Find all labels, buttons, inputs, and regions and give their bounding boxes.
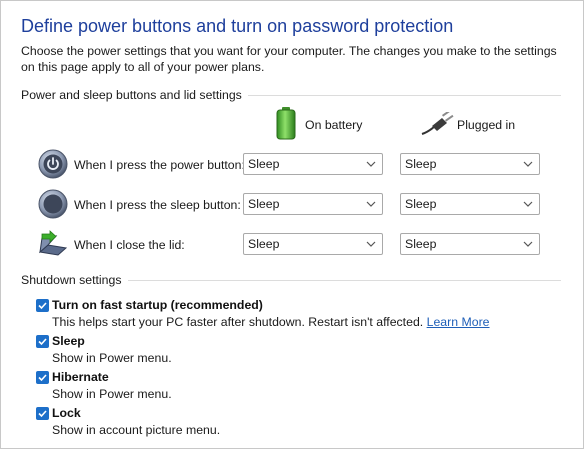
lock-checkbox[interactable] bbox=[36, 407, 49, 420]
lock-option-label[interactable]: Lock bbox=[52, 406, 81, 420]
sleep-option-label[interactable]: Sleep bbox=[52, 334, 85, 348]
section-divider bbox=[120, 280, 561, 281]
sleep-option-description: Show in Power menu. bbox=[52, 351, 172, 365]
checkmark-icon bbox=[38, 410, 47, 418]
battery-icon bbox=[274, 106, 298, 140]
power-button-icon bbox=[37, 148, 69, 180]
page-title: Define power buttons and turn on passwor… bbox=[21, 16, 454, 36]
shutdown-section-heading: Shutdown settings bbox=[21, 273, 128, 287]
close-lid-plugged-select[interactable]: Sleep bbox=[400, 233, 540, 255]
chevron-down-icon bbox=[523, 241, 533, 247]
select-value: Sleep bbox=[405, 197, 437, 211]
fast-startup-label[interactable]: Turn on fast startup (recommended) bbox=[52, 298, 263, 312]
chevron-down-icon bbox=[523, 201, 533, 207]
page-description: Choose the power settings that you want … bbox=[21, 44, 557, 74]
plugged-in-label: Plugged in bbox=[457, 118, 516, 132]
power-button-battery-select[interactable]: Sleep bbox=[243, 153, 383, 175]
power-button-plugged-select[interactable]: Sleep bbox=[400, 153, 540, 175]
fast-startup-description: This helps start your PC faster after sh… bbox=[52, 315, 490, 329]
sleep-button-label: When I press the sleep button: bbox=[74, 198, 241, 212]
sleep-checkbox[interactable] bbox=[36, 335, 49, 348]
close-lid-label: When I close the lid: bbox=[74, 238, 185, 252]
sleep-button-plugged-select[interactable]: Sleep bbox=[400, 193, 540, 215]
sleep-button-icon bbox=[37, 188, 69, 220]
hibernate-option-description: Show in Power menu. bbox=[52, 387, 172, 401]
chevron-down-icon bbox=[366, 241, 376, 247]
select-value: Sleep bbox=[405, 237, 437, 251]
select-value: Sleep bbox=[405, 157, 437, 171]
laptop-lid-icon bbox=[36, 228, 68, 260]
checkmark-icon bbox=[38, 302, 47, 310]
checkmark-icon bbox=[38, 338, 47, 346]
fast-startup-description-text: This helps start your PC faster after sh… bbox=[52, 315, 424, 329]
select-value: Sleep bbox=[248, 237, 280, 251]
fast-startup-checkbox[interactable] bbox=[36, 299, 49, 312]
section-divider bbox=[230, 95, 561, 96]
power-section-heading: Power and sleep buttons and lid settings bbox=[21, 88, 248, 102]
chevron-down-icon bbox=[366, 161, 376, 167]
chevron-down-icon bbox=[523, 161, 533, 167]
checkmark-icon bbox=[38, 374, 47, 382]
chevron-down-icon bbox=[366, 201, 376, 207]
power-button-label: When I press the power button: bbox=[74, 158, 245, 172]
select-value: Sleep bbox=[248, 197, 280, 211]
learn-more-link[interactable]: Learn More bbox=[427, 315, 490, 329]
hibernate-checkbox[interactable] bbox=[36, 371, 49, 384]
close-lid-battery-select[interactable]: Sleep bbox=[243, 233, 383, 255]
on-battery-label: On battery bbox=[305, 118, 363, 132]
power-plug-icon bbox=[420, 109, 454, 138]
select-value: Sleep bbox=[248, 157, 280, 171]
lock-option-description: Show in account picture menu. bbox=[52, 423, 221, 437]
hibernate-option-label[interactable]: Hibernate bbox=[52, 370, 109, 384]
sleep-button-battery-select[interactable]: Sleep bbox=[243, 193, 383, 215]
